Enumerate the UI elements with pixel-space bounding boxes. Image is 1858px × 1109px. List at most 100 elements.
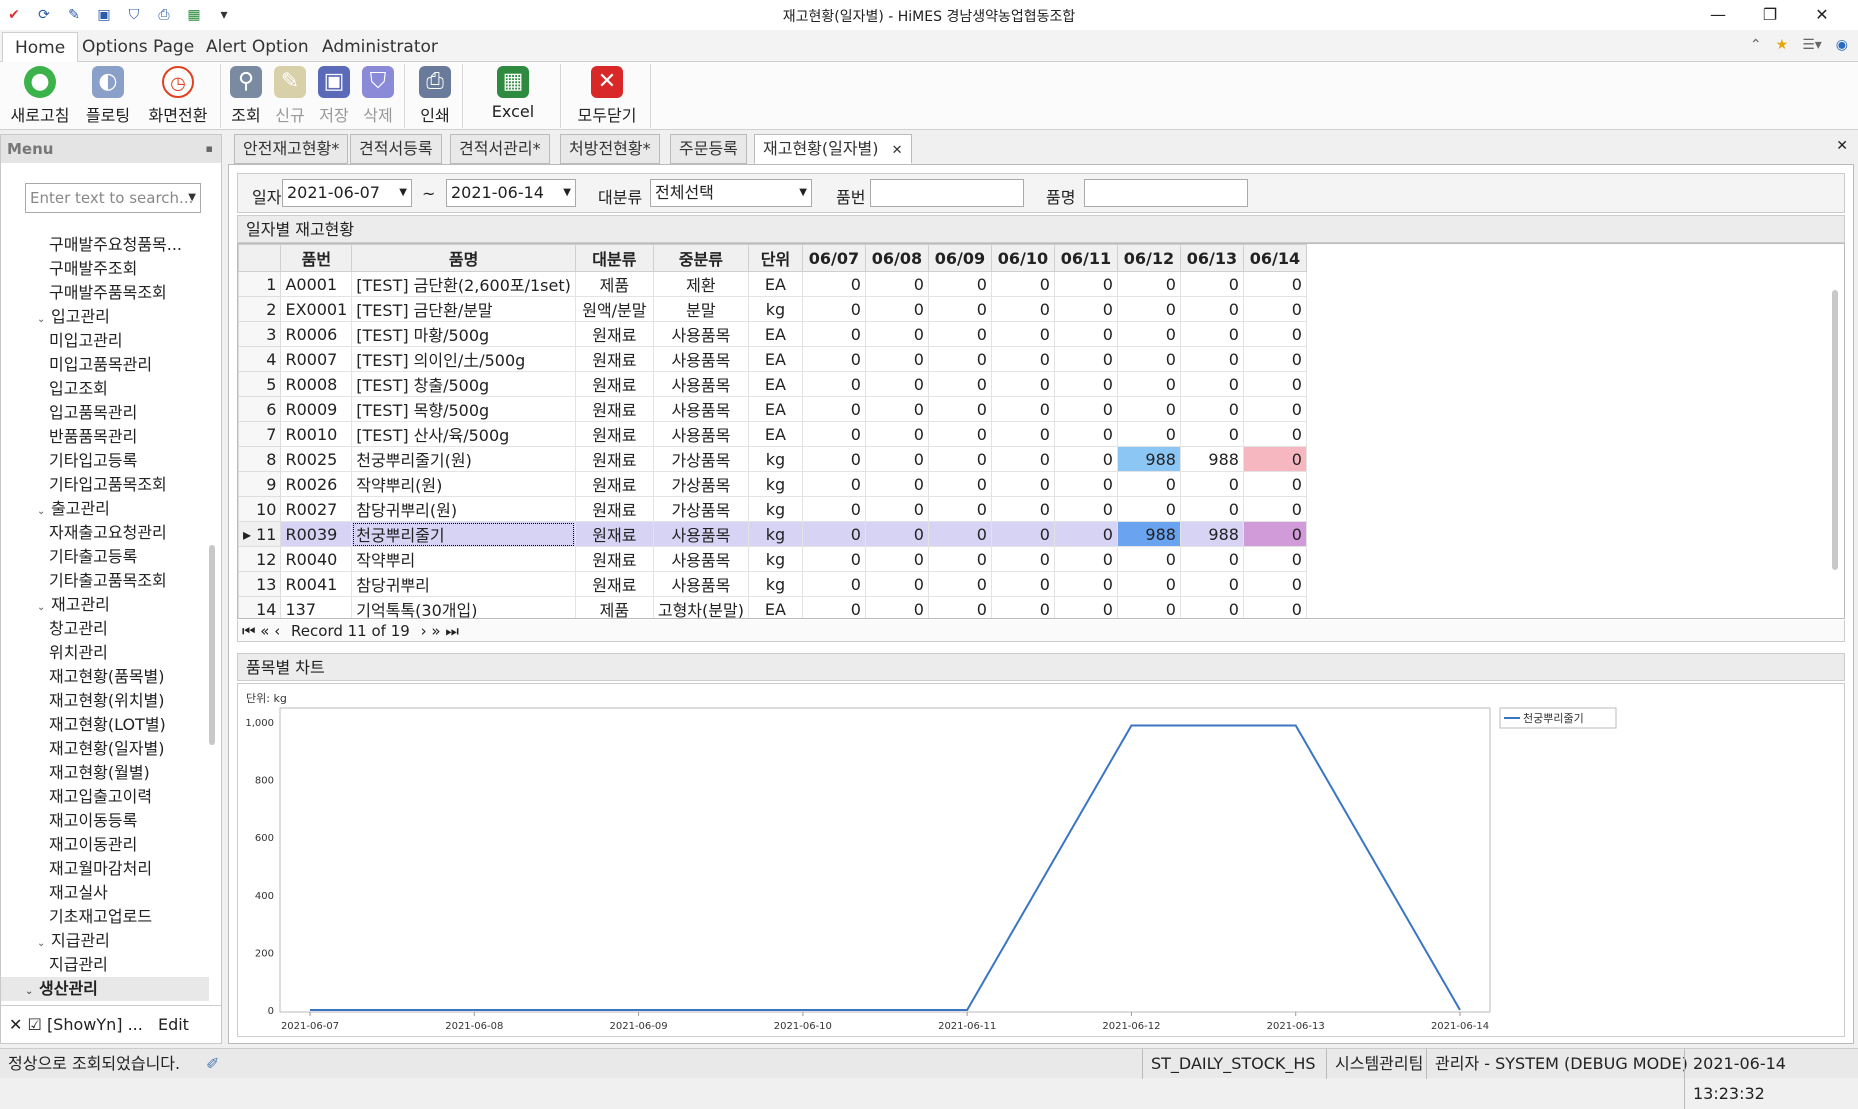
subcategory-cell[interactable]: 사용품목 [652,521,749,547]
category-cell[interactable]: 원재료 [574,471,654,497]
category-cell[interactable]: 원액/분말 [574,296,654,322]
unit-cell[interactable]: kg [747,571,803,597]
row-number[interactable]: 9 [238,471,282,497]
table-row[interactable]: 3 R0006 [TEST] 마황/500g 원재료 사용품목 EA 0 0 0 0 0 0 0 0 [238,321,1307,347]
qty-cell[interactable]: 0 [1116,546,1181,572]
category-cell[interactable]: 원재료 [574,521,654,547]
item-code-cell[interactable]: R0025 [280,446,353,472]
grid-scrollbar[interactable] [1830,270,1840,610]
qty-cell[interactable]: 0 [864,571,929,597]
row-number[interactable]: 5 [238,371,282,397]
item-name-cell[interactable]: [TEST] 의이인/土/500g [351,346,576,372]
subcategory-cell[interactable]: 분말 [652,296,749,322]
next-page-icon[interactable]: » [431,622,440,640]
row-number[interactable]: 14 [238,596,282,618]
menu-item[interactable]: 재고입출고이력 [1,785,209,809]
table-row[interactable]: 10 R0027 참당귀뿌리(원) 원재료 가상품목 kg 0 0 0 0 0 0 0 0 [238,496,1307,522]
prev-page-icon[interactable]: « [260,622,269,640]
qty-cell[interactable]: 0 [801,321,866,347]
column-header[interactable]: 06/07 [801,244,866,272]
qty-cell[interactable]: 0 [1116,496,1181,522]
item-name-cell[interactable]: 천궁뿌리줄기(원) [351,446,576,472]
row-number[interactable]: 6 [238,396,282,422]
column-header[interactable]: 단위 [747,244,803,272]
qty-cell[interactable]: 0 [1179,596,1244,618]
item-code-cell[interactable]: R0026 [280,471,353,497]
menu-item[interactable]: 미입고품목관리 [1,353,209,377]
tab-home[interactable]: Home [2,32,79,62]
qty-cell[interactable]: 0 [864,271,929,297]
row-number[interactable]: ▸ 11 [238,521,282,547]
qty-cell[interactable]: 0 [1053,346,1118,372]
close-window-button[interactable]: ✕ [1796,3,1848,27]
subcategory-cell[interactable]: 고형차(분말) [652,596,749,618]
qty-cell[interactable]: 0 [864,371,929,397]
item-code-cell[interactable]: R0040 [280,546,353,572]
menu-item[interactable]: 재고현황(일자별) [1,737,209,761]
menu-group[interactable]: ⌄ 생산관리 [1,977,209,1001]
qty-cell[interactable]: 0 [990,421,1055,447]
date-to-input[interactable]: 2021-06-14 ▼ [446,179,576,207]
qty-cell[interactable]: 0 [990,496,1055,522]
chevron-down-icon[interactable]: ▼ [563,180,571,206]
menu-item[interactable]: 지급관리 [1,953,209,977]
qty-cell[interactable]: 0 [927,396,992,422]
unit-cell[interactable]: kg [747,296,803,322]
category-cell[interactable]: 제품 [574,271,654,297]
date-from-input[interactable]: 2021-06-07 ▼ [282,179,412,207]
tab-administrator[interactable]: Administrator [310,32,450,62]
unit-cell[interactable]: EA [747,371,803,397]
qty-cell[interactable]: 0 [801,471,866,497]
qty-cell[interactable]: 0 [1179,371,1244,397]
table-row[interactable]: 14 137 기억톡톡(30개입) 제품 고형차(분말) EA 0 0 0 0 0 0 0 0 [238,596,1307,618]
star-icon[interactable]: ★ [1776,37,1789,53]
tab-options-page[interactable]: Options Page [70,32,206,62]
menu-item[interactable]: 위치관리 [1,641,209,665]
subcategory-cell[interactable]: 제환 [652,271,749,297]
item-name-cell[interactable]: [TEST] 금단환(2,600포/1set) [351,271,576,297]
qty-cell[interactable]: 0 [1242,371,1307,397]
minimize-button[interactable]: — [1692,3,1744,27]
unit-cell[interactable]: kg [747,496,803,522]
last-record-icon[interactable]: ⏭ [445,622,459,640]
unit-cell[interactable]: kg [747,546,803,572]
qty-cell[interactable]: 0 [990,571,1055,597]
qty-cell[interactable]: 0 [801,571,866,597]
qty-cell[interactable]: 0 [1242,396,1307,422]
menu-item[interactable]: 반품품목관리 [1,425,209,449]
menu-item[interactable]: 기타출고등록 [1,545,209,569]
menu-item[interactable]: 재고현황(월별) [1,761,209,785]
qty-cell[interactable]: 0 [1179,546,1244,572]
unit-cell[interactable]: kg [747,446,803,472]
qty-cell[interactable]: 0 [1242,496,1307,522]
menu-item[interactable]: 재고월마감처리 [1,857,209,881]
row-number[interactable]: 3 [238,321,282,347]
table-row[interactable]: 9 R0026 작약뿌리(원) 원재료 가상품목 kg 0 0 0 0 0 0 0 0 [238,471,1307,497]
menu-item[interactable]: 창고관리 [1,617,209,641]
qty-cell[interactable]: 0 [801,496,866,522]
row-number[interactable]: 1 [238,271,282,297]
qty-cell[interactable]: 0 [801,371,866,397]
item-code-cell[interactable]: 137 [280,596,353,618]
menu-item[interactable]: 재고이동등록 [1,809,209,833]
tab-safety-stock[interactable]: 안전재고현황* [234,134,349,164]
qty-cell[interactable]: 0 [1053,521,1118,547]
print-button[interactable]: ⎙ 인쇄 [414,66,456,126]
qty-cell[interactable]: 0 [927,446,992,472]
qty-cell[interactable]: 0 [864,396,929,422]
qty-cell[interactable]: 0 [801,521,866,547]
menu-item[interactable]: 미입고관리 [1,329,209,353]
query-button[interactable]: ⚲ 조회 [228,66,264,126]
qty-cell[interactable]: 0 [864,521,929,547]
menu-group[interactable]: ⌄ 재고관리 [1,593,209,617]
chevron-down-icon[interactable]: ▼ [799,180,807,206]
tab-alert-option[interactable]: Alert Option [194,32,321,62]
item-name-cell[interactable]: 천궁뿌리줄기 [351,521,576,547]
qty-cell[interactable]: 0 [1053,296,1118,322]
row-number[interactable]: 10 [238,496,282,522]
item-code-cell[interactable]: R0027 [280,496,353,522]
tab-quote-manage[interactable]: 견적서관리* [450,134,550,164]
column-header[interactable]: 품명 [351,244,576,272]
unit-cell[interactable]: EA [747,596,803,618]
subcategory-cell[interactable]: 사용품목 [652,396,749,422]
